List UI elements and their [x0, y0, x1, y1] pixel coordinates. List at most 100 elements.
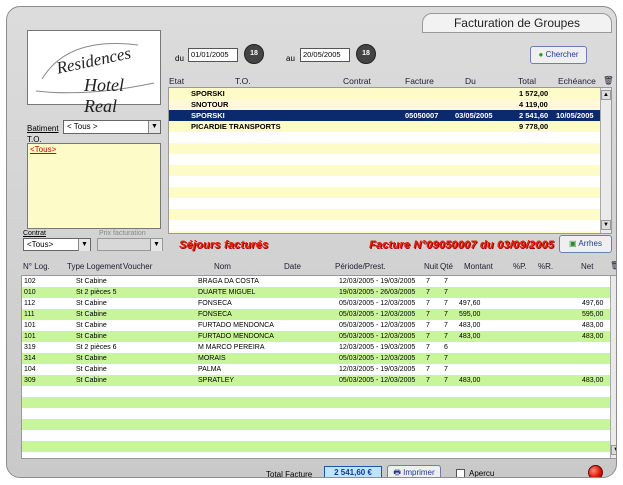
calendar-icon-au[interactable]: 18: [356, 44, 376, 64]
close-icon[interactable]: [588, 465, 603, 477]
table-row[interactable]: 101 St Cabine FURTADO MENDONCA 05/03/200…: [22, 320, 611, 331]
col-montant[interactable]: Montant: [464, 262, 493, 271]
cell-montant: 497,60: [459, 300, 481, 307]
cell-nom: PALMA: [198, 366, 222, 373]
table-row[interactable]: 112 St Cabine FONSECA 05/03/2005 - 12/03…: [22, 298, 611, 309]
col-periode[interactable]: Période/Prest.: [335, 262, 386, 271]
cell-qte: 7: [444, 377, 448, 384]
au-date-input[interactable]: 20/05/2005: [300, 48, 350, 62]
print-button[interactable]: 🖶 Imprimer: [387, 465, 441, 477]
col-pct-r[interactable]: %R.: [538, 262, 553, 271]
cell-nlog: 101: [24, 322, 36, 329]
table-row-empty: [22, 419, 611, 430]
table-row-empty: [169, 187, 601, 198]
stays-grid-header: N° Log. Type Logement Voucher Nom Date P…: [21, 261, 616, 274]
col-voucher[interactable]: Voucher: [123, 262, 152, 271]
cell-periode: 12/03/2005 - 19/03/2005: [339, 278, 416, 285]
table-row-empty: [169, 165, 601, 176]
to-list-item-all[interactable]: <Tous>: [30, 145, 56, 154]
scroll-up-icon[interactable]: ▲: [601, 90, 611, 100]
cell-nuit: 7: [426, 344, 430, 351]
stays-grid: 102 St Cabine BRAGA DA COSTA 12/03/2005 …: [21, 275, 616, 459]
col-qte[interactable]: Qté: [440, 262, 453, 271]
col-type[interactable]: Type Logement: [67, 262, 122, 271]
table-row[interactable]: 111 St Cabine FONSECA 05/03/2005 - 12/03…: [22, 309, 611, 320]
printer-icon: 🖶: [393, 468, 401, 477]
cell-periode: 05/03/2005 - 12/03/2005: [339, 311, 416, 318]
search-button[interactable]: ● Chercher: [530, 46, 587, 64]
col-nuit[interactable]: Nuit: [424, 262, 438, 271]
chevron-down-icon[interactable]: ▼: [150, 239, 162, 251]
to-listbox[interactable]: <Tous>: [27, 143, 161, 229]
cell-nlog: 102: [24, 278, 36, 285]
table-row[interactable]: 319 St 2 pièces 6 M MARCO PEREIRA 12/03/…: [22, 342, 611, 353]
batiment-value: < Tous >: [67, 122, 98, 131]
trash-icon[interactable]: 🗑: [603, 75, 614, 86]
prix-label: Prix facturation: [99, 230, 146, 237]
cell-to: SNOTOUR: [191, 100, 229, 109]
table-row[interactable]: 309 St Cabine SPRATLEY 05/03/2005 - 12/0…: [22, 375, 611, 386]
table-row-empty: [169, 132, 601, 143]
chevron-down-icon[interactable]: ▼: [148, 121, 160, 133]
invoice-grid-scrollbar[interactable]: ▲ ▼: [600, 88, 611, 233]
facture-title: Facture N°09050007 du 03/09/2005: [369, 239, 555, 251]
cell-qte: 7: [444, 300, 448, 307]
cell-periode: 05/03/2005 - 12/03/2005: [339, 355, 416, 362]
cell-net: 483,00: [582, 333, 604, 340]
cell-qte: 7: [444, 322, 448, 329]
cell-facture: 05050007: [405, 111, 439, 120]
trash-icon[interactable]: 🗑: [610, 261, 616, 270]
col-etat[interactable]: Etat: [169, 76, 184, 86]
table-row[interactable]: SNOTOUR 4 119,00: [169, 99, 601, 110]
table-row-empty: [22, 386, 611, 397]
calendar-icon-du[interactable]: 18: [244, 44, 264, 64]
table-row-empty: [22, 397, 611, 408]
cell-type: St Cabine: [76, 366, 107, 373]
cell-qte: 7: [444, 355, 448, 362]
cell-type: St Cabine: [76, 355, 107, 362]
cell-nlog: 010: [24, 289, 36, 296]
chevron-down-icon[interactable]: ▼: [78, 239, 90, 251]
cell-type: St Cabine: [76, 278, 107, 285]
stays-grid-scrollbar[interactable]: ▼: [610, 276, 616, 458]
table-row[interactable]: 104 St Cabine PALMA 12/03/2005 - 19/03/2…: [22, 364, 611, 375]
col-total[interactable]: Total: [518, 76, 536, 86]
cell-periode: 12/03/2005 - 19/03/2005: [339, 366, 416, 373]
cell-nuit: 7: [426, 355, 430, 362]
col-echeance[interactable]: Echéance: [558, 76, 596, 86]
cell-montant: 483,00: [459, 333, 481, 340]
col-to[interactable]: T.O.: [235, 76, 251, 86]
cell-qte: 7: [444, 289, 448, 296]
table-row[interactable]: SPORSKI 1 572,00: [169, 88, 601, 99]
scroll-down-icon[interactable]: ▼: [611, 445, 616, 455]
col-facture[interactable]: Facture: [405, 76, 434, 86]
table-row[interactable]: 314 St Cabine MORAIS 05/03/2005 - 12/03/…: [22, 353, 611, 364]
col-net[interactable]: Net: [581, 262, 593, 271]
col-nlog[interactable]: N° Log.: [23, 262, 50, 271]
prix-select[interactable]: ▼: [97, 238, 163, 251]
arrhes-button[interactable]: ▣ Arrhes: [559, 235, 612, 253]
table-row[interactable]: PICARDIE TRANSPORTS 9 778,00: [169, 121, 601, 132]
du-date-input[interactable]: 01/01/2005: [188, 48, 238, 62]
contrat-select[interactable]: <Tous> ▼: [23, 238, 91, 251]
col-pct-p[interactable]: %P.: [513, 262, 527, 271]
batiment-label: Batiment: [27, 124, 59, 133]
cell-to: SPORSKI: [191, 89, 225, 98]
col-contrat[interactable]: Contrat: [343, 76, 371, 86]
col-du[interactable]: Du: [465, 76, 476, 86]
col-nom[interactable]: Nom: [214, 262, 231, 271]
cell-nlog: 319: [24, 344, 36, 351]
table-row[interactable]: 101 St Cabine FURTADO MENDONCA 05/03/200…: [22, 331, 611, 342]
table-row-selected[interactable]: SPORSKI 05050007 03/05/2005 2 541,60 10/…: [169, 110, 601, 121]
cell-periode: 19/03/2005 - 26/03/2005: [339, 289, 416, 296]
table-row[interactable]: 010 St 2 pièces 5 DUARTE MIGUEL 19/03/20…: [22, 287, 611, 298]
batiment-select[interactable]: < Tous > ▼: [63, 120, 161, 134]
cell-periode: 05/03/2005 - 12/03/2005: [339, 300, 416, 307]
scroll-down-icon[interactable]: ▼: [601, 220, 611, 230]
cell-type: St 2 pièces 5: [76, 289, 117, 296]
col-date[interactable]: Date: [284, 262, 301, 271]
contrat-label: Contrat: [23, 230, 46, 237]
cell-net: 497,60: [582, 300, 604, 307]
table-row[interactable]: 102 St Cabine BRAGA DA COSTA 12/03/2005 …: [22, 276, 611, 287]
apercu-checkbox[interactable]: [456, 469, 465, 477]
